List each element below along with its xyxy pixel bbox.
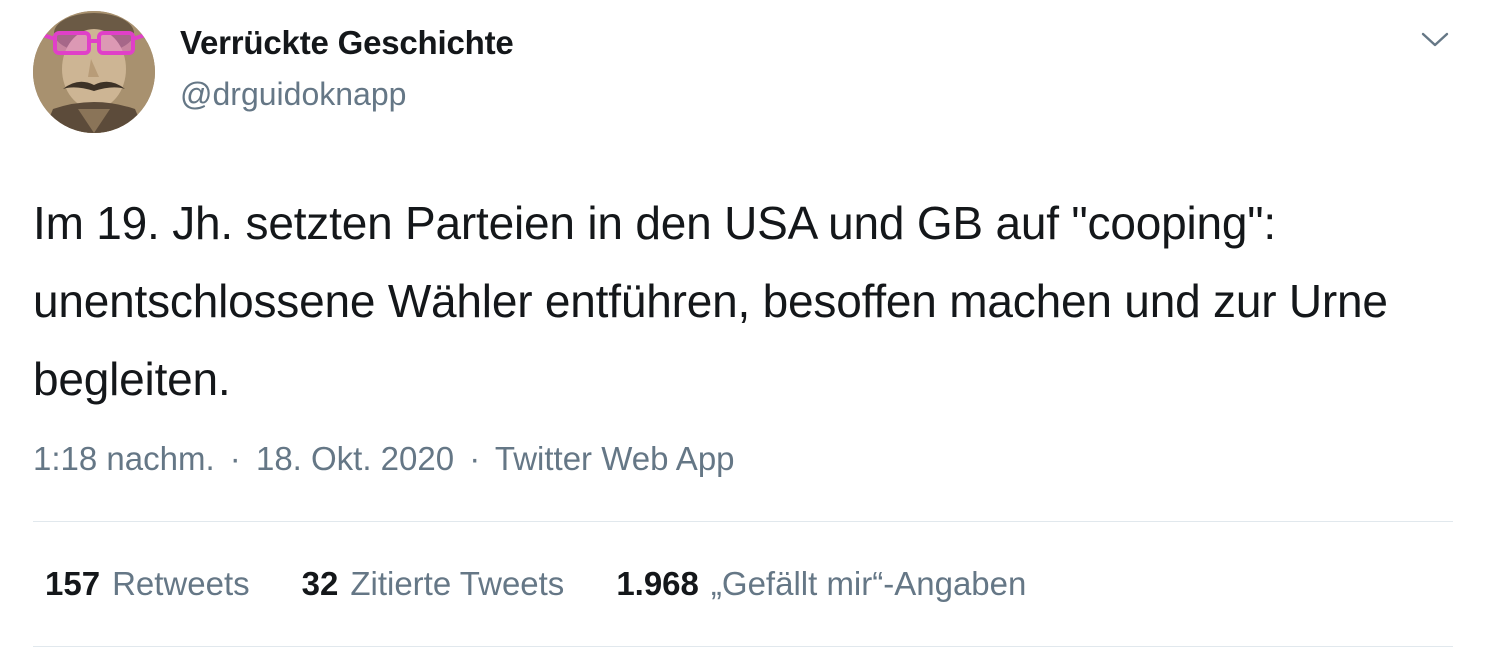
likes-label: „Gefällt mir“-Angaben <box>710 565 1027 602</box>
tweet-source[interactable]: Twitter Web App <box>495 440 735 477</box>
author-handle[interactable]: @drguidoknapp <box>180 76 406 113</box>
tweet-meta: 1:18 nachm. · 18. Okt. 2020 · Twitter We… <box>33 440 735 478</box>
avatar-portrait-icon <box>33 11 155 133</box>
meta-separator: · <box>469 440 481 477</box>
quotes-stat[interactable]: 32 Zitierte Tweets <box>302 565 565 603</box>
retweets-label: Retweets <box>112 565 250 602</box>
quotes-count: 32 <box>301 565 339 602</box>
author-display-name[interactable]: Verrückte Geschichte <box>180 24 514 62</box>
avatar[interactable] <box>33 11 155 133</box>
quotes-label: Zitierte Tweets <box>350 565 565 602</box>
meta-separator: · <box>229 440 241 477</box>
divider <box>33 646 1453 647</box>
tweet-stats: 157 Retweets 32 Zitierte Tweets 1.968 „G… <box>45 565 1026 603</box>
tweet-time[interactable]: 1:18 nachm. <box>33 440 215 477</box>
likes-stat[interactable]: 1.968 „Gefällt mir“-Angaben <box>616 565 1026 603</box>
retweets-count: 157 <box>45 565 101 602</box>
likes-count: 1.968 <box>616 565 699 602</box>
tweet-text: Im 19. Jh. setzten Parteien in den USA u… <box>33 197 1388 405</box>
chevron-down-icon[interactable] <box>1418 26 1452 52</box>
retweets-stat[interactable]: 157 Retweets <box>45 565 250 603</box>
tweet-card: Verrückte Geschichte @drguidoknapp Im 19… <box>0 0 1490 648</box>
divider <box>33 521 1453 522</box>
tweet-date[interactable]: 18. Okt. 2020 <box>256 440 454 477</box>
